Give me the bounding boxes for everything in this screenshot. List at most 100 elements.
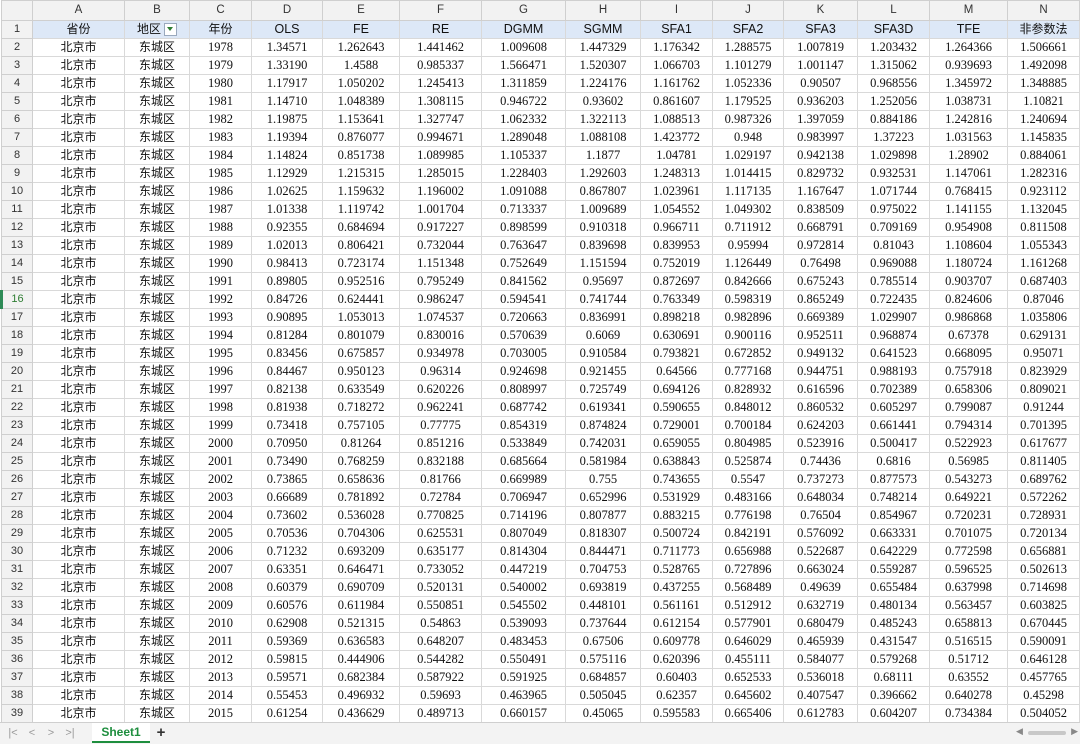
table-cell[interactable]: 0.70950 — [251, 434, 323, 453]
row-header[interactable]: 37 — [1, 668, 33, 687]
table-cell[interactable]: 0.504052 — [1007, 704, 1080, 722]
table-cell[interactable]: 0.952516 — [322, 272, 400, 291]
scroll-right-icon[interactable]: ▶ — [1071, 726, 1078, 737]
table-cell[interactable]: 东城区 — [124, 290, 190, 309]
table-cell[interactable]: 0.483166 — [712, 488, 784, 507]
table-cell[interactable]: 东城区 — [124, 632, 190, 651]
table-cell[interactable]: 0.545502 — [481, 596, 566, 615]
table-cell[interactable]: 0.793821 — [640, 344, 713, 363]
table-cell[interactable]: 0.59815 — [251, 650, 323, 669]
table-cell[interactable]: 0.752019 — [640, 254, 713, 273]
table-cell[interactable]: 1.02625 — [251, 182, 323, 201]
table-cell[interactable]: 0.521315 — [322, 614, 400, 633]
table-cell[interactable]: 0.407547 — [783, 686, 858, 705]
table-cell[interactable]: 0.528765 — [640, 560, 713, 579]
table-cell[interactable]: 2012 — [189, 650, 252, 669]
row-header[interactable]: 17 — [1, 308, 33, 327]
table-cell[interactable]: 1.126449 — [712, 254, 784, 273]
header-cell[interactable]: 省份 — [32, 20, 125, 39]
table-cell[interactable]: 0.689762 — [1007, 470, 1080, 489]
table-cell[interactable]: 北京市 — [32, 272, 125, 291]
table-cell[interactable]: 1990 — [189, 254, 252, 273]
table-cell[interactable]: 0.921455 — [565, 362, 641, 381]
table-cell[interactable]: 0.884186 — [857, 110, 930, 129]
table-cell[interactable]: 0.645602 — [712, 686, 784, 705]
table-cell[interactable]: 1.074537 — [399, 308, 482, 327]
table-cell[interactable]: 0.968556 — [857, 74, 930, 93]
header-cell[interactable]: 非参数法 — [1007, 20, 1080, 39]
table-cell[interactable]: 0.737644 — [565, 614, 641, 633]
table-cell[interactable]: 0.829732 — [783, 164, 858, 183]
table-cell[interactable]: 0.633549 — [322, 380, 400, 399]
table-cell[interactable]: 0.910318 — [565, 218, 641, 237]
row-header[interactable]: 36 — [1, 650, 33, 669]
table-cell[interactable]: 1.311859 — [481, 74, 566, 93]
table-cell[interactable]: 北京市 — [32, 560, 125, 579]
table-cell[interactable]: 1.240694 — [1007, 110, 1080, 129]
table-cell[interactable]: 0.854319 — [481, 416, 566, 435]
table-cell[interactable]: 1.1877 — [565, 146, 641, 165]
table-cell[interactable]: 1.029907 — [857, 308, 930, 327]
table-cell[interactable]: 2014 — [189, 686, 252, 705]
table-cell[interactable]: 0.612783 — [783, 704, 858, 722]
table-cell[interactable]: 北京市 — [32, 56, 125, 75]
table-cell[interactable]: 0.594541 — [481, 290, 566, 309]
table-cell[interactable]: 0.718272 — [322, 398, 400, 417]
table-cell[interactable]: 0.559287 — [857, 560, 930, 579]
table-cell[interactable]: 0.704306 — [322, 524, 400, 543]
table-cell[interactable]: 0.63351 — [251, 560, 323, 579]
table-cell[interactable]: 东城区 — [124, 182, 190, 201]
table-cell[interactable]: 1.315062 — [857, 56, 930, 75]
table-cell[interactable]: 0.620226 — [399, 380, 482, 399]
table-cell[interactable]: 0.77775 — [399, 416, 482, 435]
table-cell[interactable]: 1.179525 — [712, 92, 784, 111]
table-cell[interactable]: 0.811405 — [1007, 452, 1080, 471]
table-cell[interactable]: 北京市 — [32, 164, 125, 183]
table-cell[interactable]: 北京市 — [32, 452, 125, 471]
row-header[interactable]: 19 — [1, 344, 33, 363]
row-header[interactable]: 29 — [1, 524, 33, 543]
table-cell[interactable]: 0.89805 — [251, 272, 323, 291]
row-header[interactable]: 14 — [1, 254, 33, 273]
table-cell[interactable]: 0.839953 — [640, 236, 713, 255]
table-cell[interactable]: 1.02013 — [251, 236, 323, 255]
table-cell[interactable]: 0.584077 — [783, 650, 858, 669]
table-cell[interactable]: 0.531929 — [640, 488, 713, 507]
table-cell[interactable]: 北京市 — [32, 704, 125, 722]
table-cell[interactable]: 0.658636 — [322, 470, 400, 489]
table-cell[interactable]: 东城区 — [124, 686, 190, 705]
table-cell[interactable]: 0.939693 — [929, 56, 1008, 75]
table-cell[interactable]: 2007 — [189, 560, 252, 579]
table-cell[interactable]: 0.665406 — [712, 704, 784, 722]
table-cell[interactable]: 东城区 — [124, 524, 190, 543]
table-cell[interactable]: 0.72784 — [399, 488, 482, 507]
table-cell[interactable]: 0.732044 — [399, 236, 482, 255]
table-cell[interactable]: 0.516515 — [929, 632, 1008, 651]
table-cell[interactable]: 0.830016 — [399, 326, 482, 345]
table-cell[interactable]: 1.12929 — [251, 164, 323, 183]
table-cell[interactable]: 0.669389 — [783, 308, 858, 327]
table-cell[interactable]: 0.60576 — [251, 596, 323, 615]
table-cell[interactable]: 1999 — [189, 416, 252, 435]
table-cell[interactable]: 北京市 — [32, 542, 125, 561]
table-cell[interactable]: 1.288575 — [712, 38, 784, 57]
table-cell[interactable]: 0.625531 — [399, 524, 482, 543]
table-cell[interactable]: 0.480134 — [857, 596, 930, 615]
table-cell[interactable]: 0.877573 — [857, 470, 930, 489]
table-cell[interactable]: 东城区 — [124, 326, 190, 345]
table-cell[interactable]: 0.624441 — [322, 290, 400, 309]
table-cell[interactable]: 0.436629 — [322, 704, 400, 722]
table-cell[interactable]: 0.575116 — [565, 650, 641, 669]
table-cell[interactable]: 1.566471 — [481, 56, 566, 75]
row-header[interactable]: 26 — [1, 470, 33, 489]
table-cell[interactable]: 0.950123 — [322, 362, 400, 381]
table-cell[interactable]: 1985 — [189, 164, 252, 183]
table-cell[interactable]: 1.052336 — [712, 74, 784, 93]
table-cell[interactable]: 0.81766 — [399, 470, 482, 489]
sheet-tab-sheet1[interactable]: Sheet1 — [92, 723, 150, 743]
table-cell[interactable]: 0.828932 — [712, 380, 784, 399]
table-cell[interactable]: 东城区 — [124, 506, 190, 525]
table-cell[interactable]: 北京市 — [32, 146, 125, 165]
table-cell[interactable]: 1.009689 — [565, 200, 641, 219]
table-cell[interactable]: 0.713337 — [481, 200, 566, 219]
